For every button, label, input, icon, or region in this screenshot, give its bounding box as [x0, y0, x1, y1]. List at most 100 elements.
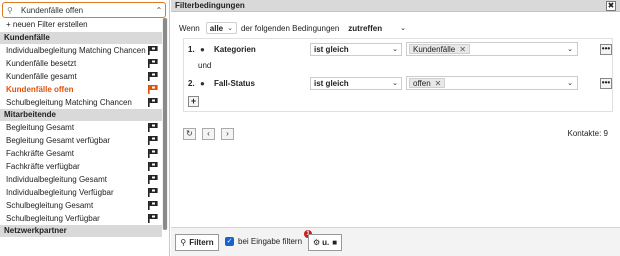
chevron-down-icon: ⌄	[400, 25, 406, 32]
flag-icon[interactable]	[148, 188, 158, 197]
value-chip: offen ✕	[409, 78, 446, 88]
group-header: Kundenfälle	[0, 32, 162, 44]
settings-save-button[interactable]: ⚙ u. ■	[308, 234, 342, 251]
filter-list-item[interactable]: Individualbegleitung Gesamt	[0, 173, 162, 186]
filter-list-item-label: Kundenfälle besetzt	[6, 59, 77, 68]
filter-list-item[interactable]: Schulbegleitung Matching Chancen	[0, 96, 162, 109]
value-chip: Kundenfälle ✕	[409, 44, 470, 54]
chevron-up-icon[interactable]: ⌃	[153, 6, 165, 15]
quantifier-value: alle	[209, 23, 224, 33]
filter-list-item-label: Schulbegleitung Matching Chancen	[6, 98, 132, 107]
flag-icon[interactable]	[148, 214, 158, 223]
eye-icon[interactable]: ●	[200, 45, 214, 54]
filter-list-item-label: Fachkräfte verfügbar	[6, 162, 80, 171]
filter-list-item[interactable]: Individualbegleitung Verfügbar	[0, 186, 162, 199]
filter-list-item-label: Kundenfälle gesamt	[6, 72, 77, 81]
flag-icon[interactable]	[148, 201, 158, 210]
settings-button-label: u.	[322, 238, 330, 247]
more-options-button[interactable]: •••	[600, 43, 612, 55]
scrollbar[interactable]	[162, 18, 168, 230]
filter-list-item-label: Fachkräfte Gesamt	[6, 149, 75, 158]
rule-field: Fall-Status	[214, 78, 255, 88]
flag-icon[interactable]	[148, 175, 158, 184]
flag-icon[interactable]	[148, 98, 158, 107]
filter-list-item[interactable]: Begleitung Gesamt verfügbar	[0, 134, 162, 147]
flag-icon[interactable]	[148, 85, 158, 94]
filter-list-item[interactable]: Begleitung Gesamt	[0, 121, 162, 134]
checkbox-label: bei Eingabe filtern	[238, 237, 303, 246]
filter-list-item-label: Individualbegleitung Verfügbar	[6, 188, 114, 197]
group-header: Mitarbeitende	[0, 109, 162, 121]
chevron-down-icon: ⌄	[227, 25, 233, 32]
add-rule-button[interactable]: +	[188, 96, 199, 107]
filter-list-item[interactable]: Fachkräfte Gesamt	[0, 147, 162, 160]
flag-icon[interactable]	[148, 72, 158, 81]
search-icon: ⚲	[180, 238, 187, 247]
filter-list-item[interactable]: Individualbegleitung Matching Chancen	[0, 44, 162, 57]
filter-list-item[interactable]: Fachkräfte verfügbar	[0, 160, 162, 173]
rule-value-select[interactable]: Kundenfälle ✕ ⌄	[406, 42, 578, 56]
filter-list-item-label: Schulbegleitung Gesamt	[6, 201, 94, 210]
flag-icon[interactable]	[148, 46, 158, 55]
chevron-down-icon: ⌄	[567, 80, 573, 87]
verb-select[interactable]: zutreffen ⌄	[345, 22, 409, 34]
filter-list: Kundenfälle Individualbegleitung Matching…	[0, 32, 162, 237]
contacts-count: Kontakte: 9	[567, 129, 608, 138]
filter-selector-value: Kundenfälle offen	[21, 5, 84, 15]
flag-icon[interactable]	[148, 149, 158, 158]
condition-prefix: Wenn	[179, 23, 200, 33]
close-icon[interactable]: ✖	[606, 1, 616, 11]
filter-list-item[interactable]: Schulbegleitung Verfügbar	[0, 212, 162, 225]
rule-joiner: und	[198, 61, 212, 70]
filter-list-item[interactable]: Schulbegleitung Gesamt	[0, 199, 162, 212]
verb-value: zutreffen	[348, 23, 383, 33]
filter-rules-box: 1. ● Kategorien ist gleich ⌄ Kundenfälle…	[183, 38, 613, 112]
remove-chip-icon[interactable]: ✕	[435, 79, 442, 88]
new-filter-link[interactable]: + neuen Filter erstellen	[6, 19, 88, 31]
filter-rule-2: 2. ● Fall-Status ist gleich ⌄ offen ✕ ⌄ …	[188, 75, 612, 91]
flag-icon[interactable]	[148, 162, 158, 171]
filter-rule-1: 1. ● Kategorien ist gleich ⌄ Kundenfälle…	[188, 41, 612, 57]
quantifier-select[interactable]: alle ⌄	[205, 22, 237, 34]
filter-button-label: Filtern	[189, 238, 214, 247]
filter-selector[interactable]: ⚲ Kundenfälle offen ⌃	[2, 2, 166, 18]
filter-conditions-panel: Filterbedingungen ✖ Wenn alle ⌄ der folg…	[171, 0, 620, 256]
condition-middle: der folgenden Bedingungen	[240, 23, 340, 33]
panel-title: Filterbedingungen	[175, 1, 245, 10]
scrollbar-thumb[interactable]	[163, 18, 167, 230]
rule-operator-select[interactable]: ist gleich ⌄	[310, 42, 402, 56]
rule-number: 1.	[188, 44, 195, 54]
remove-chip-icon[interactable]: ✕	[459, 45, 466, 54]
search-icon: ⚲	[7, 5, 13, 15]
rule-operator-select[interactable]: ist gleich ⌄	[310, 76, 402, 90]
save-icon: ■	[332, 238, 338, 247]
filter-list-item-label: Begleitung Gesamt	[6, 123, 75, 132]
flag-icon[interactable]	[148, 123, 158, 132]
rule-operator-value: ist gleich	[314, 78, 349, 88]
rule-field: Kategorien	[214, 44, 256, 54]
navigation-row: ↻ ‹ ›	[183, 127, 240, 141]
filter-list-item[interactable]: Kundenfälle besetzt	[0, 57, 162, 70]
filter-list-item[interactable]: Kundenfälle offen	[0, 83, 162, 96]
previous-icon[interactable]: ‹	[202, 128, 215, 140]
rule-value-select[interactable]: offen ✕ ⌄	[406, 76, 578, 90]
chevron-down-icon: ⌄	[567, 46, 573, 53]
rule-number: 2.	[188, 78, 195, 88]
filter-list-item-label: Begleitung Gesamt verfügbar	[6, 136, 111, 145]
gear-icon: ⚙	[312, 238, 321, 247]
value-chip-label: Kundenfälle	[413, 44, 456, 54]
filter-button[interactable]: ⚲ Filtern	[175, 234, 219, 251]
flag-icon[interactable]	[148, 59, 158, 68]
condition-sentence: Wenn alle ⌄ der folgenden Bedingungen zu…	[179, 22, 409, 34]
group-header: Netzwerkpartner	[0, 225, 162, 237]
next-icon[interactable]: ›	[221, 128, 234, 140]
eye-icon[interactable]: ●	[200, 79, 214, 88]
panel-header: Filterbedingungen ✖	[171, 0, 620, 12]
filter-on-input-option[interactable]: ✓ bei Eingabe filtern	[225, 237, 302, 246]
refresh-icon[interactable]: ↻	[183, 128, 196, 140]
filter-on-input-checkbox[interactable]: ✓	[225, 237, 234, 246]
more-options-button[interactable]: •••	[600, 77, 612, 89]
filter-list-item-label: Schulbegleitung Verfügbar	[6, 214, 100, 223]
flag-icon[interactable]	[148, 136, 158, 145]
filter-list-item[interactable]: Kundenfälle gesamt	[0, 70, 162, 83]
